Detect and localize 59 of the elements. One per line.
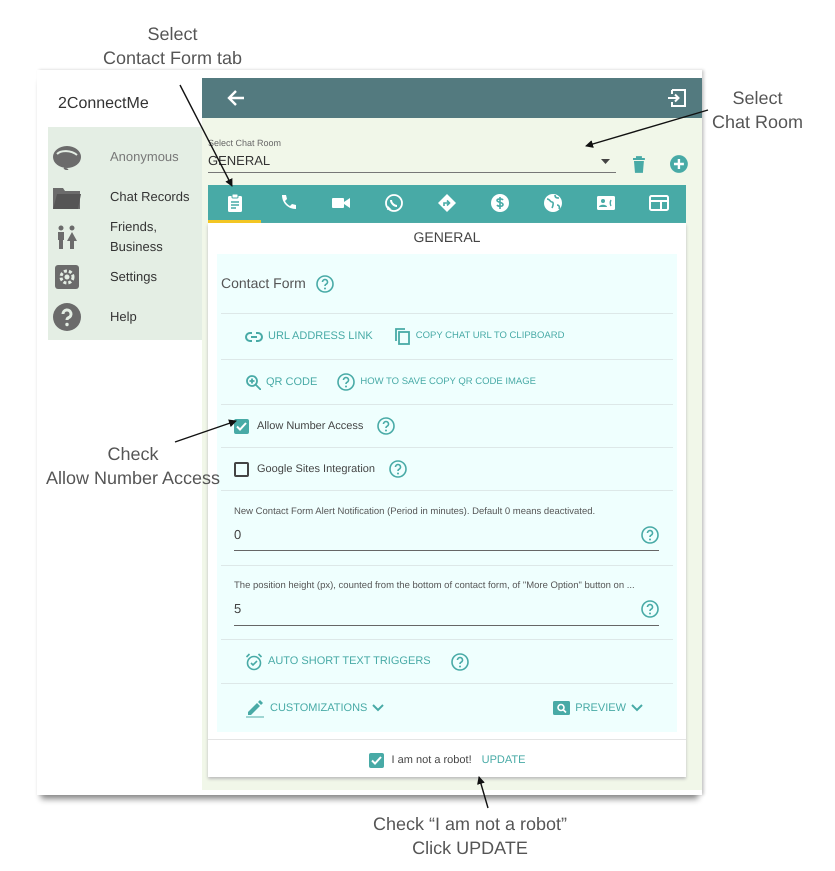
room-title: GENERAL (412, 228, 482, 247)
help-icon[interactable] (641, 526, 659, 544)
sidebar-item[interactable]: Chat Records (48, 177, 202, 217)
chevron-down-icon (631, 704, 643, 712)
logout-icon[interactable] (666, 87, 688, 109)
globe-icon (543, 192, 564, 212)
preview-button[interactable]: PREVIEW (553, 700, 643, 716)
directions-icon (436, 192, 457, 212)
add-icon[interactable] (670, 155, 688, 173)
help-icon[interactable] (641, 600, 659, 618)
checkbox-label: Allow Number Access (257, 418, 364, 434)
link-button[interactable]: HOW TO SAVE COPY QR CODE IMAGE (337, 373, 536, 391)
auto-triggers-button[interactable]: AUTO SHORT TEXT TRIGGERS (245, 652, 431, 670)
link-button[interactable]: QR CODE (245, 374, 318, 390)
section-title: Contact Form (221, 274, 306, 293)
arrow (174, 420, 237, 443)
sidebar-item[interactable]: Anonymous (48, 137, 202, 177)
customizations-button[interactable]: CUSTOMIZATIONS (245, 698, 384, 718)
input-field[interactable]: 0 (234, 519, 659, 552)
update-button[interactable]: UPDATE (482, 752, 526, 769)
field-label: The position height (px), counted from the bottom of contact form, of "More Option" button on ... (234, 579, 636, 594)
checkbox[interactable] (234, 462, 249, 476)
copy-icon (392, 327, 411, 346)
sidebar-item[interactable]: Settings (48, 257, 202, 297)
gear-icon (54, 264, 80, 290)
link-button[interactable]: URL ADDRESS LINK (245, 328, 373, 346)
annotation-text: Select Contact Form tab (102, 23, 244, 70)
window-icon (649, 192, 670, 212)
chat-bubble-icon (384, 192, 404, 212)
trash-icon[interactable] (632, 156, 646, 173)
help-icon (337, 373, 356, 391)
alarm-clock-icon (245, 652, 263, 670)
help-icon[interactable] (450, 652, 469, 670)
app-title: 2ConnectMe (57, 94, 150, 114)
back-arrow-icon[interactable] (226, 88, 246, 108)
field-label: New Contact Form Alert Notification (Period in minutes). Default 0 means deactivated. (234, 504, 596, 519)
help-icon[interactable] (316, 274, 334, 292)
caret-icon[interactable] (601, 159, 610, 164)
people-icon (55, 224, 79, 250)
chevron-down-icon (372, 704, 384, 712)
zoom-in-icon (245, 374, 261, 390)
checkbox-label: I am not a robot! (392, 753, 472, 768)
checkbox[interactable] (368, 753, 384, 768)
help-icon[interactable] (389, 460, 408, 478)
annotation-text: Select Chat Room (710, 87, 804, 134)
pencil-icon (245, 698, 265, 718)
link-button[interactable]: COPY CHAT URL TO CLIPBOARD (392, 327, 564, 346)
dollar-icon (490, 192, 510, 212)
search-icon (553, 701, 570, 715)
sidebar-item[interactable]: Help (48, 297, 202, 337)
annotation-text: Check Allow Number Access (44, 443, 222, 490)
help-icon[interactable] (377, 417, 396, 435)
arrow (477, 776, 489, 808)
input-field[interactable]: 5 (234, 594, 659, 626)
annotation-text: Check “I am not a robot” Click UPDATE (372, 813, 568, 860)
help-icon (53, 303, 81, 331)
checkbox-label: Google Sites Integration (257, 462, 376, 477)
checkbox[interactable] (234, 418, 249, 434)
sidebar-item[interactable]: Friends, Business (48, 217, 202, 257)
